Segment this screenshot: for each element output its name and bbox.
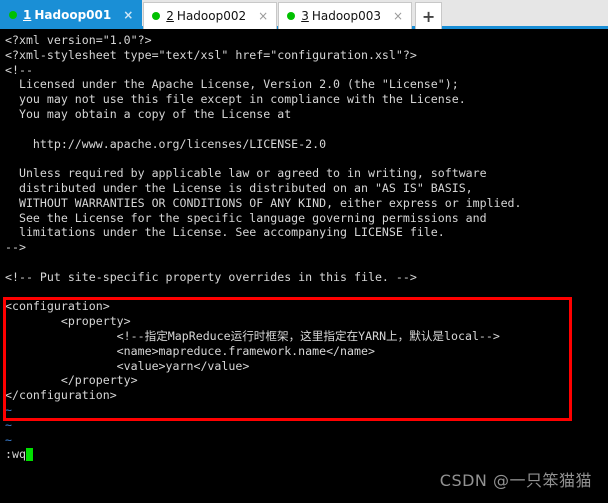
terminal-line: WITHOUT WARRANTIES OR CONDITIONS OF ANY … [5, 195, 522, 210]
terminal-line: <!-- Put site-specific property override… [5, 269, 417, 284]
watermark: CSDN @一只笨猫猫 [439, 471, 592, 490]
empty-line-marker: ~ [5, 402, 12, 417]
tab-title-label: Hadoop003 [311, 9, 382, 23]
tab-bar: 1 Hadoop001 × 2 Hadoop002 × 3 Hadoop003 × + [0, 0, 608, 29]
tab-index-label: 2 [166, 9, 174, 23]
empty-line-marker: ~ [5, 417, 12, 432]
plus-icon: + [421, 6, 436, 26]
close-icon[interactable]: × [391, 10, 405, 22]
connection-status-icon [9, 11, 17, 19]
tab-title-label: Hadoop002 [176, 9, 247, 23]
new-tab-button[interactable]: + [415, 2, 443, 29]
terminal-line: <name>mapreduce.framework.name</name> [5, 343, 375, 358]
terminal-line: See the License for the specific languag… [5, 210, 487, 225]
empty-line-marker: ~ [5, 432, 12, 447]
terminal-line: Licensed under the Apache License, Versi… [5, 77, 459, 92]
vim-command-line[interactable]: :wq [5, 447, 608, 462]
terminal-window: 1 Hadoop001 × 2 Hadoop002 × 3 Hadoop003 × + <?xm… [0, 0, 608, 503]
terminal-line: <?xml-stylesheet type="text/xsl" href="c… [5, 47, 417, 62]
terminal-line: You may obtain a copy of the License at [5, 106, 292, 121]
terminal-body[interactable]: <?xml version="1.0"?> <?xml-stylesheet ty… [0, 29, 608, 503]
terminal-line: <!-- [5, 62, 33, 77]
terminal-line: </property> [5, 373, 138, 388]
terminal-line: http://www.apache.org/licenses/LICENSE-2… [5, 136, 327, 151]
terminal-line: </configuration> [5, 388, 117, 403]
connection-status-icon [152, 12, 161, 20]
connection-status-icon [287, 12, 296, 20]
close-icon[interactable]: × [256, 10, 270, 22]
terminal-empty-lines: ~ ~ ~ [5, 403, 608, 447]
terminal-text-area: <?xml version="1.0"?> <?xml-stylesheet ty… [5, 33, 608, 403]
terminal-line: --> [5, 240, 26, 255]
terminal-line: <?xml version="1.0"?> [5, 33, 152, 47]
terminal-line: Unless required by applicable law or agr… [5, 166, 487, 181]
terminal-line: you may not use this file except in comp… [5, 92, 466, 107]
terminal-line: <property> [5, 314, 131, 329]
terminal-line: <configuration> [5, 299, 110, 314]
terminal-line: <!--指定MapReduce运行时框架，这里指定在YARN上，默认是local… [5, 328, 500, 343]
terminal-line: <value>yarn</value> [5, 358, 250, 373]
text-cursor [25, 448, 33, 462]
terminal-line: limitations under the License. See accom… [5, 225, 445, 240]
close-icon[interactable]: × [121, 9, 135, 21]
vim-command-text: :wq [5, 447, 26, 462]
tab-hadoop003[interactable]: 3 Hadoop003 × [278, 2, 413, 29]
tab-hadoop001[interactable]: 1 Hadoop001 × [0, 0, 143, 29]
tab-index-label: 1 [23, 8, 32, 22]
tab-index-label: 3 [301, 9, 309, 23]
tab-title-label: Hadoop001 [34, 8, 112, 22]
tab-hadoop002[interactable]: 2 Hadoop002 × [143, 2, 278, 29]
terminal-line: distributed under the License is distrib… [5, 180, 473, 195]
